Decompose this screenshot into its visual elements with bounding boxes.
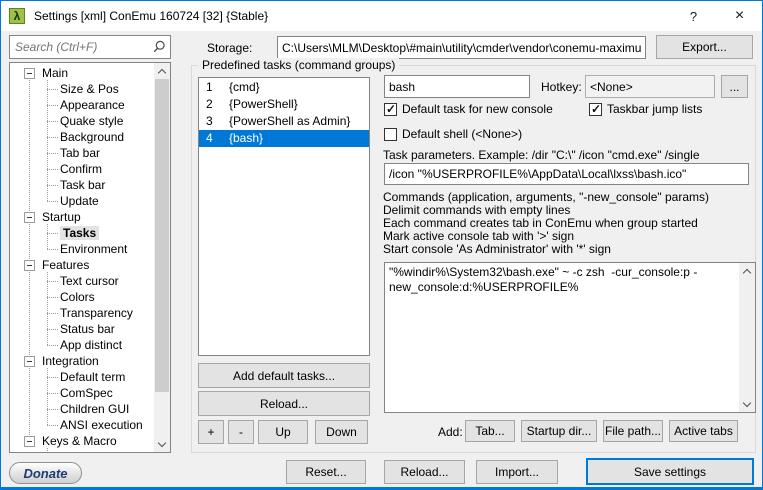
add-task-button[interactable]: + <box>198 420 224 444</box>
reload-tasks-button[interactable]: Reload... <box>198 391 370 416</box>
tree-node-quake-style[interactable]: Quake style <box>10 113 153 129</box>
task-list-item[interactable]: 1 {cmd} <box>199 79 369 96</box>
task-parameters-hint: Task parameters. Example: /dir "C:\" /ic… <box>383 148 700 162</box>
task-name-field[interactable] <box>384 75 530 98</box>
tree-section-startup: Startup Tasks Environment <box>10 209 153 257</box>
hotkey-field[interactable] <box>585 75 715 98</box>
task-list-item-selected[interactable]: 4 {bash} <box>199 130 369 147</box>
tree-node-background[interactable]: Background <box>10 129 153 145</box>
storage-label: Storage: <box>207 41 253 55</box>
add-tab-button[interactable]: Tab... <box>465 420 515 442</box>
reset-button[interactable]: Reset... <box>286 460 366 484</box>
window-title: Settings [xml] ConEmu 160724 [32] {Stabl… <box>34 9 269 23</box>
add-file-path-button[interactable]: File path... <box>603 420 663 442</box>
tree-section-keys-macro: Keys & Macro Keyboard <box>10 433 153 452</box>
tree-node-transparency[interactable]: Transparency <box>10 305 153 321</box>
scroll-up-icon[interactable] <box>739 263 755 279</box>
tree-section-integration: Integration Default term ComSpec Childre… <box>10 353 153 433</box>
taskbar-jump-lists-checkbox[interactable]: Taskbar jump lists <box>589 102 702 116</box>
close-button[interactable]: × <box>717 1 762 31</box>
tree-node-task-bar[interactable]: Task bar <box>10 177 153 193</box>
tree-node-ansi-execution[interactable]: ANSI execution <box>10 417 153 433</box>
hint-line: Start console 'As Administrator' with '*… <box>383 242 611 256</box>
scrollbar-thumb[interactable] <box>155 79 169 392</box>
tree-node-colors[interactable]: Colors <box>10 289 153 305</box>
add-startup-dir-button[interactable]: Startup dir... <box>521 420 597 442</box>
tree-node-keys-macro[interactable]: Keys & Macro <box>10 433 153 449</box>
tree-section-main: Main Size & Pos Appearance Quake style B… <box>10 65 153 209</box>
remove-task-button[interactable]: - <box>228 420 254 444</box>
hotkey-label: Hotkey: <box>541 80 582 94</box>
tree-scrollbar[interactable] <box>154 63 170 452</box>
task-parameters-field[interactable] <box>384 163 749 185</box>
collapse-icon[interactable] <box>24 435 35 447</box>
task-list-item[interactable]: 3 {PowerShell as Admin} <box>199 113 369 130</box>
checkbox-checked-icon[interactable] <box>589 102 602 116</box>
tree-node-update[interactable]: Update <box>10 193 153 209</box>
tree-section-features: Features Text cursor Colors Transparency… <box>10 257 153 353</box>
commands-hint-block: Commands (application, arguments, "-new_… <box>383 191 709 256</box>
scroll-up-icon[interactable] <box>154 63 170 79</box>
tree-node-size-pos[interactable]: Size & Pos <box>10 81 153 97</box>
tree-node-comspec[interactable]: ComSpec <box>10 385 153 401</box>
checkbox-unchecked-icon[interactable] <box>384 127 397 141</box>
hotkey-more-button[interactable]: ... <box>721 75 748 98</box>
move-down-button[interactable]: Down <box>315 420 368 444</box>
tree-node-tasks[interactable]: Tasks <box>10 225 153 241</box>
commands-editor[interactable]: "%windir%\System32\bash.exe" ~ -c zsh -c… <box>384 262 756 413</box>
add-active-tabs-button[interactable]: Active tabs <box>669 420 738 442</box>
tree-node-keyboard[interactable]: Keyboard <box>10 449 153 452</box>
export-button[interactable]: Export... <box>656 35 753 59</box>
settings-window: λ Settings [xml] ConEmu 160724 [32] {Sta… <box>0 0 763 490</box>
tree-node-app-distinct[interactable]: App distinct <box>10 337 153 353</box>
tree-node-label: Main <box>42 66 69 80</box>
save-settings-button[interactable]: Save settings <box>586 458 754 485</box>
default-shell-checkbox[interactable]: Default shell (<None>) <box>384 127 522 141</box>
conemu-lambda-icon: λ <box>9 8 25 24</box>
checkbox-checked-icon[interactable] <box>384 102 397 116</box>
tree-node-tab-bar[interactable]: Tab bar <box>10 145 153 161</box>
collapse-icon[interactable] <box>24 211 35 223</box>
add-default-tasks-button[interactable]: Add default tasks... <box>198 363 370 388</box>
scroll-down-icon[interactable] <box>154 436 170 452</box>
scroll-down-icon[interactable] <box>739 396 755 412</box>
tasks-listbox[interactable]: 1 {cmd} 2 {PowerShell} 3 {PowerShell as Adm… <box>198 77 370 356</box>
tree-node-text-cursor[interactable]: Text cursor <box>10 273 153 289</box>
storage-path-field[interactable] <box>277 36 646 59</box>
move-up-button[interactable]: Up <box>258 420 308 444</box>
tree-node-status-bar[interactable]: Status bar <box>10 321 153 337</box>
search-box <box>9 35 171 59</box>
tree-node-confirm[interactable]: Confirm <box>10 161 153 177</box>
import-button[interactable]: Import... <box>476 460 558 484</box>
donate-button[interactable]: Donate <box>9 462 82 484</box>
groupbox-title: Predefined tasks (command groups) <box>198 58 400 72</box>
default-task-checkbox[interactable]: Default task for new console <box>384 102 553 116</box>
tree-node-startup[interactable]: Startup <box>10 209 153 225</box>
collapse-icon[interactable] <box>24 355 35 367</box>
tree-node-children-gui[interactable]: Children GUI <box>10 401 153 417</box>
tree-node-default-term[interactable]: Default term <box>10 369 153 385</box>
collapse-icon[interactable] <box>24 67 35 79</box>
collapse-icon[interactable] <box>24 259 35 271</box>
tree-node-environment[interactable]: Environment <box>10 241 153 257</box>
tree-node-main[interactable]: Main <box>10 65 153 81</box>
search-icon <box>153 40 165 53</box>
task-list-item[interactable]: 2 {PowerShell} <box>199 96 369 113</box>
tree-node-features[interactable]: Features <box>10 257 153 273</box>
reload-settings-button[interactable]: Reload... <box>384 460 465 484</box>
commands-scrollbar[interactable] <box>739 263 755 412</box>
commands-text[interactable]: "%windir%\System32\bash.exe" ~ -c zsh -c… <box>389 265 735 410</box>
search-input[interactable] <box>9 35 171 59</box>
add-label: Add: <box>438 425 463 439</box>
tree-node-integration[interactable]: Integration <box>10 353 153 369</box>
help-button[interactable]: ? <box>671 1 716 31</box>
title-bar[interactable]: λ Settings [xml] ConEmu 160724 [32] {Sta… <box>1 1 762 31</box>
tree-node-appearance[interactable]: Appearance <box>10 97 153 113</box>
settings-tree: Main Size & Pos Appearance Quake style B… <box>9 62 171 453</box>
